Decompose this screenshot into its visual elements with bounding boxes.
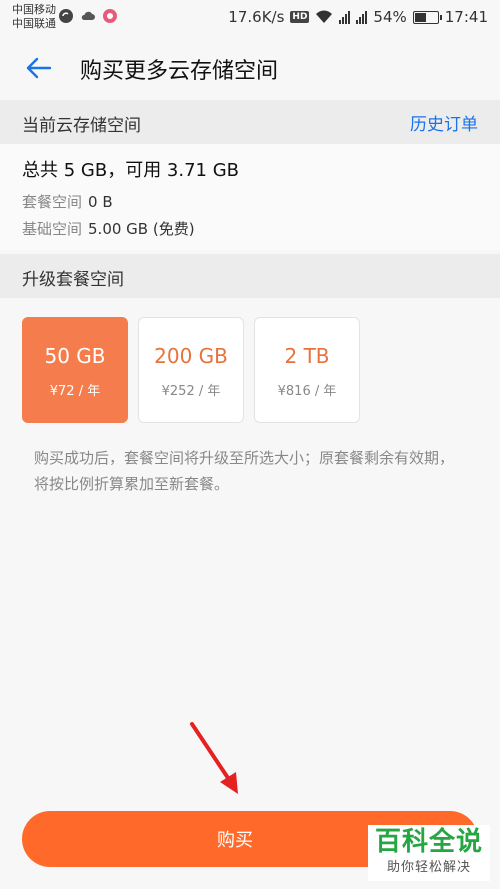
current-storage-heading: 当前云存储空间 — [22, 116, 141, 136]
wifi-icon — [316, 10, 333, 23]
watermark-main: 百科全说 — [374, 827, 483, 857]
network-speed: 17.6K/s — [228, 8, 285, 26]
package-space-value: 0 B — [88, 193, 113, 211]
buy-button-label: 购买 — [217, 830, 253, 850]
carrier-1: 中国移动 — [12, 3, 56, 16]
plan-option-2tb[interactable]: 2 TB ¥816 / 年 — [254, 317, 360, 423]
current-storage-panel: 总共 5 GB，可用 3.71 GB 套餐空间 0 B 基础空间 5.00 GB (… — [0, 144, 500, 250]
back-button[interactable] — [18, 50, 58, 86]
history-orders-link[interactable]: 历史订单 — [410, 110, 478, 135]
plan-option-200gb[interactable]: 200 GB ¥252 / 年 — [138, 317, 244, 423]
package-space-key: 套餐空间 — [22, 193, 83, 211]
plan-size: 200 GB — [154, 344, 228, 368]
current-storage-header: 当前云存储空间 历史订单 — [0, 100, 500, 144]
package-space-row: 套餐空间 0 B — [22, 191, 113, 212]
app-notification-icon — [103, 9, 117, 23]
plan-options: 50 GB ¥72 / 年 200 GB ¥252 / 年 2 TB ¥816 … — [22, 317, 360, 423]
base-space-row: 基础空间 5.00 GB (免费) — [22, 218, 195, 239]
notification-icons — [58, 8, 118, 24]
signal-4g-icon — [339, 10, 351, 24]
plan-size: 50 GB — [44, 344, 106, 368]
signal-3g-icon — [356, 10, 368, 24]
carrier-2: 中国联通 — [12, 17, 56, 30]
watermark-sub: 助你轻松解决 — [386, 860, 471, 875]
upgrade-heading: 升级套餐空间 — [22, 270, 124, 290]
plan-price: ¥72 / 年 — [49, 384, 101, 399]
status-right: 17.6K/s HD 54% 17:41 — [228, 8, 488, 26]
upgrade-note: 购买成功后，套餐空间将升级至所选大小；原套餐剩余有效期，将按比例折算累加至新套餐… — [34, 449, 455, 493]
battery-icon — [412, 10, 442, 24]
hd-badge: HD — [290, 11, 310, 23]
status-bar: 中国移动 中国联通 17.6K/s HD 54% 17:41 — [0, 0, 500, 36]
red-arrow-annotation-icon — [190, 722, 238, 794]
sync-icon — [59, 9, 73, 23]
storage-total: 总共 5 GB，可用 3.71 GB — [22, 160, 240, 181]
plan-option-50gb[interactable]: 50 GB ¥72 / 年 — [22, 317, 128, 423]
upgrade-header: 升级套餐空间 — [0, 254, 500, 298]
carrier-labels: 中国移动 中国联通 — [12, 3, 56, 31]
plan-price: ¥816 / 年 — [277, 384, 337, 399]
base-space-value: 5.00 GB (免费) — [88, 220, 195, 238]
watermark-logo: 百科全说 助你轻松解决 — [368, 825, 490, 881]
plan-price: ¥252 / 年 — [161, 384, 221, 399]
page-title: 购买更多云存储空间 — [80, 59, 279, 84]
clock: 17:41 — [444, 8, 488, 26]
battery-percent: 54% — [373, 8, 407, 26]
app-header: 购买更多云存储空间 — [0, 36, 500, 100]
plan-size: 2 TB — [284, 344, 330, 368]
arrow-left-icon — [26, 57, 52, 79]
base-space-key: 基础空间 — [22, 220, 83, 238]
cloud-icon — [81, 11, 95, 20]
